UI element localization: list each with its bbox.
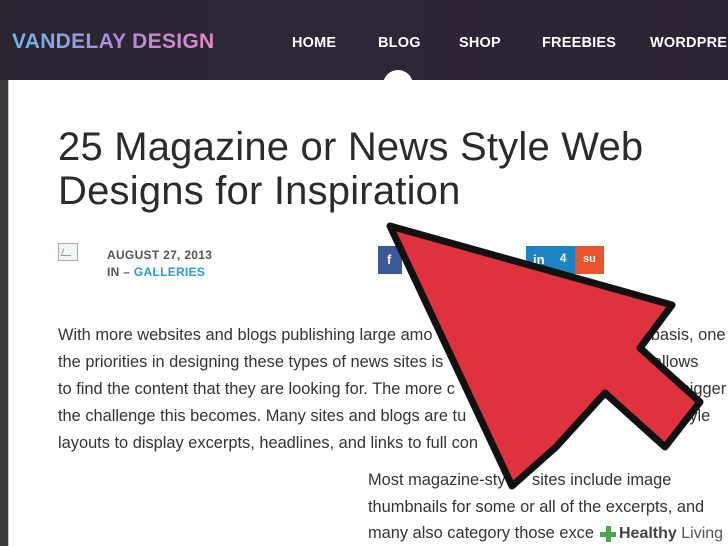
linkedin-share-button[interactable]: in 4 (526, 246, 576, 274)
category-prefix: IN – (107, 265, 134, 279)
post-date: AUGUST 27, 2013 (107, 248, 213, 262)
plus-cross-icon (600, 526, 616, 542)
paragraph-text: many also category those exce (368, 524, 594, 542)
paragraph-line: the challenge this becomes. Many sites a… (58, 403, 728, 430)
facebook-icon: f (387, 252, 392, 267)
paragraph-line: to find the content that they are lookin… (58, 376, 728, 403)
paragraph-text: the challenge this becomes. Many sites a… (58, 407, 467, 425)
article-content: 25 Magazine or News Style Web Designs fo… (8, 80, 728, 546)
nav-blog[interactable]: BLOG (378, 35, 421, 51)
paragraph-text: With more websites and blogs publishing … (58, 326, 433, 344)
stumbleupon-share-button[interactable]: su (575, 246, 604, 274)
paragraph-text: to find the content that they are lookin… (58, 380, 455, 398)
paragraph-text: Most magazine-sty (368, 471, 506, 489)
linkedin-share-count: 4 (560, 253, 567, 265)
post-category-line: IN – GALLERIES (107, 264, 212, 281)
content-border (8, 80, 9, 546)
paragraph-text: thumbnails for some or all of the excerp… (368, 497, 705, 516)
article-title: 25 Magazine or News Style Web Designs fo… (58, 125, 728, 213)
watermark-bold: Healthy (619, 525, 677, 542)
site-logo[interactable]: VANDELAY DESIGN (12, 30, 215, 54)
paragraph-line: With more websites and blogs publishing … (58, 322, 728, 371)
paragraph-text: layouts to display excerpts, headlines, … (58, 434, 479, 452)
watermark-text: Healthy Living (619, 525, 723, 543)
category-link[interactable]: GALLERIES (134, 265, 205, 279)
author-avatar-broken-image-icon (58, 243, 78, 261)
post-meta: AUGUST 27, 2013 IN – GALLERIES (107, 247, 212, 281)
healthy-living-watermark: Healthy Living (598, 523, 728, 546)
article-title-line-2: Designs for Inspiration (58, 169, 461, 213)
paragraph-line: the priorities in designing these types … (58, 349, 728, 398)
nav-shop[interactable]: SHOP (459, 35, 501, 51)
facebook-share-button[interactable]: f (378, 246, 402, 274)
paragraph-text: ed, the bigger (626, 380, 727, 398)
paragraph-text: the priorities in designing these types … (58, 353, 444, 371)
paragraph-line: Most magazine-sty sites include image (368, 467, 728, 494)
article-title-line-1: 25 Magazine or News Style Web (58, 125, 644, 169)
site-header: VANDELAY DESIGN HOME BLOG SHOP FREEBIES … (0, 0, 728, 80)
linkedin-icon: in (533, 252, 545, 267)
browser-viewport: VANDELAY DESIGN HOME BLOG SHOP FREEBIES … (0, 0, 728, 546)
article-paragraph-1: With more websites and blogs publishing … (58, 322, 728, 457)
paragraph-text: ws style (652, 407, 711, 425)
stumbleupon-icon: su (583, 253, 596, 265)
paragraph-line: thumbnails for some or all of the excerp… (368, 494, 728, 521)
nav-freebies[interactable]: FREEBIES (542, 35, 616, 51)
nav-wordpress[interactable]: WORDPRE (650, 35, 727, 51)
paragraph-text: sites include image (532, 471, 672, 489)
nav-home[interactable]: HOME (292, 35, 336, 51)
paragraph-line: layouts to display excerpts, headlines, … (58, 430, 728, 457)
watermark-light: Living (681, 525, 724, 542)
